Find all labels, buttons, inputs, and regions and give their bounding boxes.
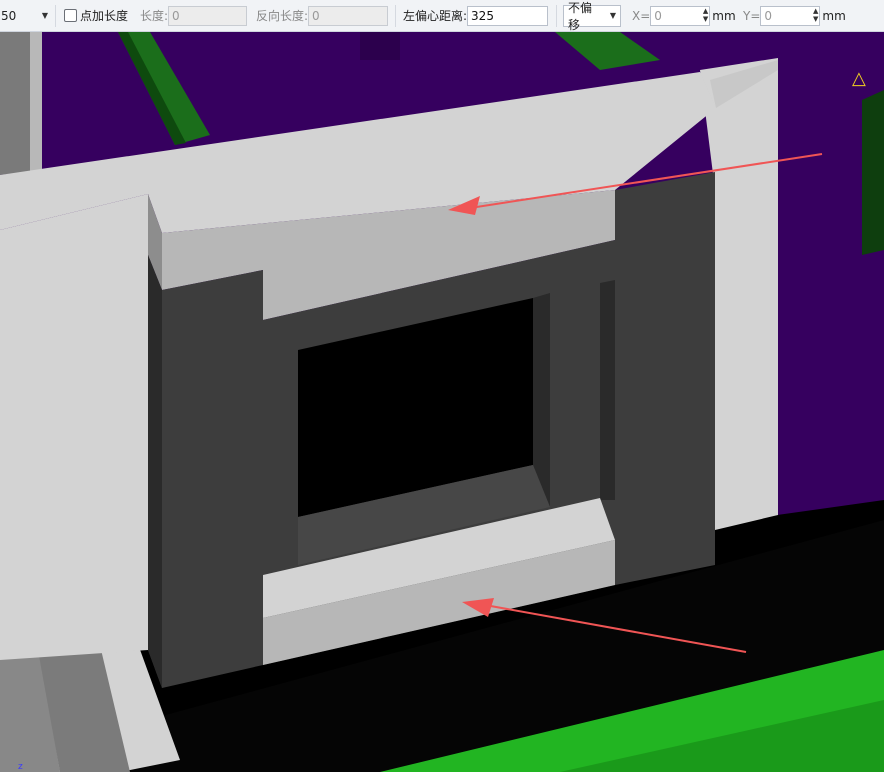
chevron-down-icon: ▼ [609,11,616,20]
checkbox-icon[interactable] [64,9,77,22]
reverse-length-label: 反向长度: [256,9,309,23]
left-offset-group: 左偏心距离: [403,0,549,31]
spin-arrows-icon[interactable]: ▲ ▼ [813,7,818,23]
separator [55,5,56,27]
x-input[interactable] [650,5,711,26]
x-unit: mm [712,8,736,23]
y-label: Y= [743,8,761,23]
opening-frame-side [148,255,162,688]
y-input[interactable] [760,5,821,26]
right-jamb [615,172,715,585]
chevron-down-icon: ▼ [41,11,48,20]
axis-z-label: z [18,762,23,772]
purple-slab-edge [360,32,400,60]
y-spinbox[interactable]: ▲▼ [760,5,821,26]
offset-mode-value: 不偏移 [568,0,593,32]
scale-value: 50 [1,8,17,23]
separator [395,5,396,27]
reverse-length-group: 反向长度: [256,0,389,31]
spin-arrows-icon[interactable]: ▲ ▼ [703,7,708,23]
y-unit: mm [822,8,846,23]
offset-mode-dropdown[interactable]: 不偏移 ▼ [563,0,621,32]
left-offset-label: 左偏心距离: [403,9,468,23]
add-length-checkbox[interactable]: 点加长度 [64,0,128,31]
separator [556,5,557,27]
right-jamb-side [600,280,615,500]
left-jamb-outer [0,194,148,660]
green-post [862,90,884,255]
add-length-label: 点加长度 [80,9,129,23]
left-offset-input[interactable] [467,5,549,26]
toolbar: 50 ▼ 点加长度 长度: 反向长度: 左偏心距离: 不偏移 ▼ X= ▲▼ m… [0,0,884,32]
scale-dropdown[interactable]: 50 ▼ [0,0,48,31]
y-group: Y= ▲▼ mm [743,0,846,31]
x-label: X= [632,8,651,23]
length-label: 长度: [140,9,169,23]
length-group: 长度: [140,0,248,31]
length-input[interactable] [168,5,248,26]
left-column-edge [30,32,42,171]
x-group: X= ▲▼ mm [632,0,736,31]
x-spinbox[interactable]: ▲▼ [650,5,711,26]
compass-triangle-icon[interactable]: △ [852,70,866,88]
3d-viewport[interactable]: △ z [0,32,884,772]
reverse-length-input[interactable] [308,5,389,26]
scene-canvas[interactable] [0,32,884,772]
